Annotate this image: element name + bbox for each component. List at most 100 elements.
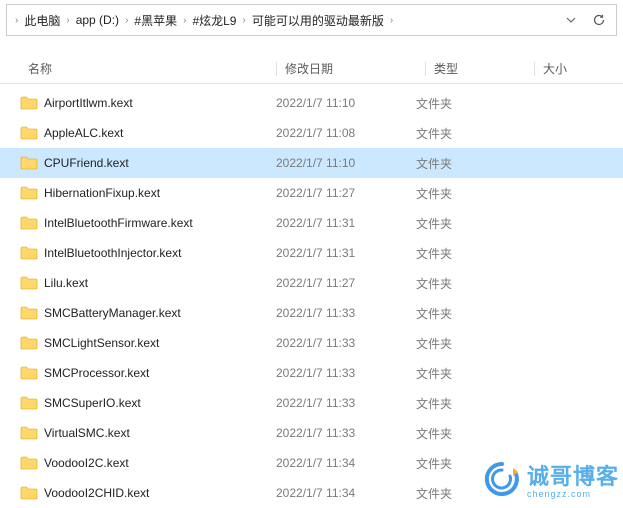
folder-icon (20, 246, 38, 260)
file-name-label: VirtualSMC.kext (44, 426, 130, 440)
chevron-right-icon: › (11, 15, 22, 26)
folder-icon (20, 96, 38, 110)
file-name-label: VoodooI2CHID.kext (44, 486, 149, 500)
file-type-cell: 文件夹 (416, 275, 516, 292)
file-name-cell[interactable]: Lilu.kext (20, 276, 276, 290)
file-name-label: AppleALC.kext (44, 126, 123, 140)
file-date-cell: 2022/1/7 11:10 (276, 96, 416, 110)
table-row[interactable]: IntelBluetoothInjector.kext 2022/1/7 11:3… (0, 238, 623, 268)
folder-icon (20, 396, 38, 410)
file-type-cell: 文件夹 (416, 425, 516, 442)
breadcrumb-item[interactable]: 可能可以用的驱动最新版 (250, 10, 386, 31)
file-date-cell: 2022/1/7 11:33 (276, 396, 416, 410)
file-date-cell: 2022/1/7 11:33 (276, 366, 416, 380)
chevron-right-icon: › (386, 15, 397, 26)
chevron-right-icon: › (238, 15, 249, 26)
file-date-cell: 2022/1/7 11:33 (276, 306, 416, 320)
chevron-right-icon: › (179, 15, 190, 26)
table-row[interactable]: VoodooI2C.kext 2022/1/7 11:34文件夹 (0, 448, 623, 478)
history-dropdown-button[interactable] (566, 15, 576, 25)
folder-icon (20, 426, 38, 440)
file-date-cell: 2022/1/7 11:31 (276, 246, 416, 260)
file-name-cell[interactable]: IntelBluetoothFirmware.kext (20, 216, 276, 230)
file-date-cell: 2022/1/7 11:27 (276, 276, 416, 290)
file-name-label: HibernationFixup.kext (44, 186, 160, 200)
file-type-cell: 文件夹 (416, 365, 516, 382)
breadcrumb-item[interactable]: #炫龙L9 (190, 10, 238, 31)
file-name-label: VoodooI2C.kext (44, 456, 129, 470)
file-date-cell: 2022/1/7 11:33 (276, 426, 416, 440)
breadcrumb[interactable]: › 此电脑 › app (D:) › #黑苹果 › #炫龙L9 › 可能可以用的… (11, 10, 566, 31)
folder-icon (20, 336, 38, 350)
folder-icon (20, 456, 38, 470)
table-row[interactable]: VirtualSMC.kext 2022/1/7 11:33文件夹 (0, 418, 623, 448)
file-name-cell[interactable]: HibernationFixup.kext (20, 186, 276, 200)
file-name-cell[interactable]: SMCSuperIO.kext (20, 396, 276, 410)
table-row[interactable]: AppleALC.kext2022/1/7 11:08文件夹 (0, 118, 623, 148)
refresh-button[interactable] (592, 13, 606, 27)
folder-icon (20, 306, 38, 320)
table-row[interactable]: AirportItlwm.kext 2022/1/7 11:10文件夹 (0, 88, 623, 118)
table-row[interactable]: IntelBluetoothFirmware.kext 2022/1/7 11:3… (0, 208, 623, 238)
file-date-cell: 2022/1/7 11:10 (276, 156, 416, 170)
file-type-cell: 文件夹 (416, 305, 516, 322)
column-header-date[interactable]: 修改日期 (285, 60, 425, 77)
folder-icon (20, 216, 38, 230)
file-type-cell: 文件夹 (416, 155, 516, 172)
file-name-cell[interactable]: CPUFriend.kext (20, 156, 276, 170)
column-separator[interactable] (425, 62, 426, 76)
file-name-cell[interactable]: VirtualSMC.kext (20, 426, 276, 440)
folder-icon (20, 486, 38, 500)
table-row[interactable]: SMCSuperIO.kext2022/1/7 11:33文件夹 (0, 388, 623, 418)
address-bar[interactable]: › 此电脑 › app (D:) › #黑苹果 › #炫龙L9 › 可能可以用的… (6, 4, 617, 36)
breadcrumb-item[interactable]: app (D:) (74, 11, 121, 29)
breadcrumb-item[interactable]: 此电脑 (22, 10, 62, 31)
file-type-cell: 文件夹 (416, 95, 516, 112)
table-row[interactable]: VoodooI2CHID.kext 2022/1/7 11:34文件夹 (0, 478, 623, 508)
file-name-label: SMCBatteryManager.kext (44, 306, 181, 320)
table-row[interactable]: Lilu.kext 2022/1/7 11:27文件夹 (0, 268, 623, 298)
column-headers[interactable]: 名称 修改日期 类型 大小 (0, 54, 623, 84)
file-name-cell[interactable]: VoodooI2C.kext (20, 456, 276, 470)
table-row[interactable]: HibernationFixup.kext2022/1/7 11:27文件夹 (0, 178, 623, 208)
file-date-cell: 2022/1/7 11:27 (276, 186, 416, 200)
folder-icon (20, 156, 38, 170)
file-name-label: SMCProcessor.kext (44, 366, 149, 380)
file-date-cell: 2022/1/7 11:31 (276, 216, 416, 230)
file-name-cell[interactable]: VoodooI2CHID.kext (20, 486, 276, 500)
column-separator[interactable] (534, 62, 535, 76)
table-row[interactable]: CPUFriend.kext2022/1/7 11:10文件夹 (0, 148, 623, 178)
file-type-cell: 文件夹 (416, 485, 516, 502)
column-header-type[interactable]: 类型 (434, 60, 534, 77)
file-name-cell[interactable]: SMCLightSensor.kext (20, 336, 276, 350)
folder-icon (20, 126, 38, 140)
file-name-label: SMCSuperIO.kext (44, 396, 141, 410)
breadcrumb-item[interactable]: #黑苹果 (132, 10, 179, 31)
folder-icon (20, 366, 38, 380)
table-row[interactable]: SMCProcessor.kext 2022/1/7 11:33文件夹 (0, 358, 623, 388)
table-row[interactable]: SMCLightSensor.kext2022/1/7 11:33文件夹 (0, 328, 623, 358)
column-header-size[interactable]: 大小 (543, 60, 623, 77)
column-separator[interactable] (276, 62, 277, 76)
table-row[interactable]: SMCBatteryManager.kext 2022/1/7 11:33文件夹 (0, 298, 623, 328)
file-name-label: IntelBluetoothInjector.kext (44, 246, 181, 260)
column-header-name[interactable]: 名称 (0, 60, 276, 77)
file-name-label: Lilu.kext (44, 276, 88, 290)
chevron-right-icon: › (62, 15, 73, 26)
file-name-cell[interactable]: AppleALC.kext (20, 126, 276, 140)
file-date-cell: 2022/1/7 11:34 (276, 456, 416, 470)
folder-icon (20, 186, 38, 200)
file-list[interactable]: AirportItlwm.kext2022/1/7 11:10文件夹AppleA… (0, 84, 623, 508)
file-name-cell[interactable]: SMCBatteryManager.kext (20, 306, 276, 320)
file-type-cell: 文件夹 (416, 335, 516, 352)
file-name-cell[interactable]: AirportItlwm.kext (20, 96, 276, 110)
file-name-label: AirportItlwm.kext (44, 96, 133, 110)
file-name-label: IntelBluetoothFirmware.kext (44, 216, 193, 230)
file-name-cell[interactable]: IntelBluetoothInjector.kext (20, 246, 276, 260)
chevron-right-icon: › (121, 15, 132, 26)
file-name-cell[interactable]: SMCProcessor.kext (20, 366, 276, 380)
file-date-cell: 2022/1/7 11:34 (276, 486, 416, 500)
file-type-cell: 文件夹 (416, 455, 516, 472)
file-type-cell: 文件夹 (416, 125, 516, 142)
folder-icon (20, 276, 38, 290)
